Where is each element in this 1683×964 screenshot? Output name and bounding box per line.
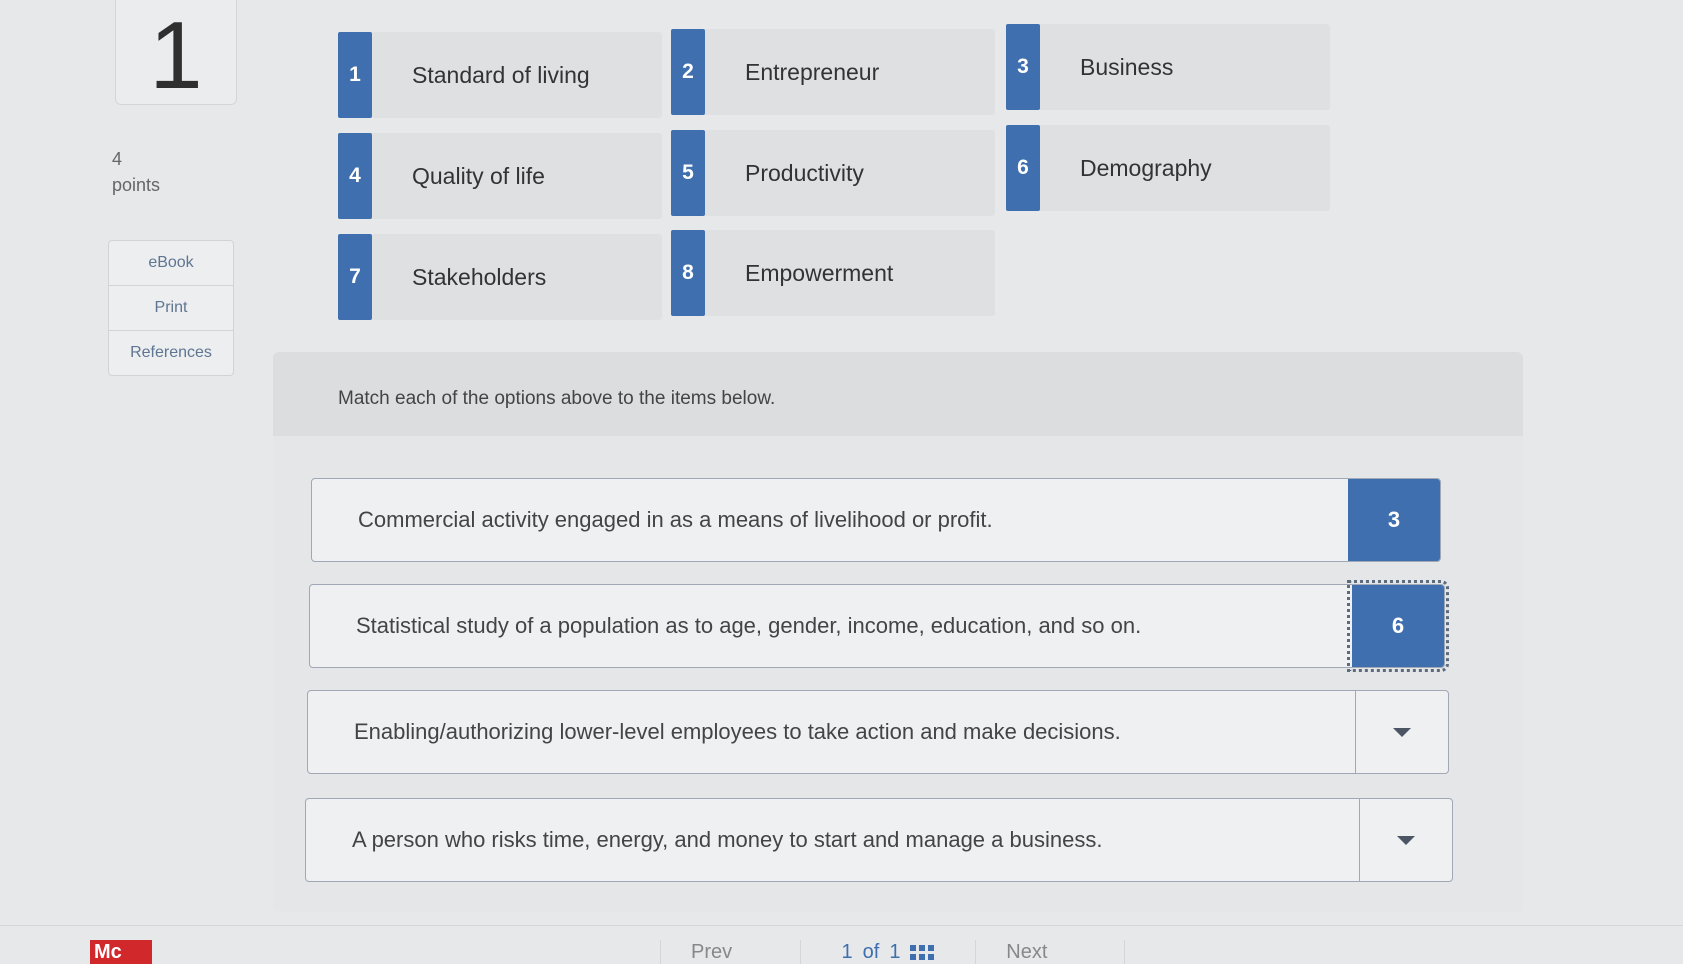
answer-slot[interactable]: 6 [1347,580,1449,672]
next-label: Next [1006,940,1048,963]
page-indicator[interactable]: 1 of 1 [799,940,976,964]
chevron-down-icon [1393,727,1411,737]
item-text: Statistical study of a population as to … [356,613,1142,638]
option-label: Quality of life [412,162,545,189]
grid-icon [910,944,935,960]
option-6[interactable]: 6 Demography [1006,125,1330,211]
option-label: Demography [1080,154,1212,181]
answer-slot[interactable]: 3 [1348,479,1440,561]
question-number-box: 1 [115,0,237,105]
references-link[interactable]: References [109,331,233,375]
option-number: 6 [1006,125,1040,211]
question-number: 1 [149,2,203,105]
option-label: Standard of living [412,61,590,88]
option-number: 3 [1006,24,1040,110]
panel-header: Match each of the options above to the i… [273,352,1523,436]
option-7[interactable]: 7 Stakeholders [338,234,662,320]
points-text: points [112,175,161,195]
option-number: 5 [671,130,705,216]
points-value: 4 [112,149,123,169]
option-number: 8 [671,230,705,316]
option-8[interactable]: 8 Empowerment [671,230,995,316]
option-1[interactable]: 1 Standard of living [338,32,662,118]
answer-dropdown[interactable] [1355,691,1448,773]
option-label: Empowerment [745,259,894,286]
option-label: Entrepreneur [745,58,880,85]
option-label: Stakeholders [412,263,547,290]
tools-menu: eBook Print References [108,240,234,376]
match-item-2: Statistical study of a population as to … [309,580,1449,672]
match-item-3: Enabling/authorizing lower-level employe… [307,690,1449,774]
item-text: A person who risks time, energy, and mon… [352,827,1103,852]
option-5[interactable]: 5 Productivity [671,130,995,216]
page-total: 1 [889,940,901,963]
option-3[interactable]: 3 Business [1006,24,1330,110]
instructions: Match each of the options above to the i… [338,388,776,409]
answer-dropdown[interactable] [1359,799,1452,881]
prev-label: Prev [691,940,733,963]
page-current: 1 [841,940,853,963]
option-number: 2 [671,29,705,115]
option-number: 1 [338,32,372,118]
item-text: Commercial activity engaged in as a mean… [358,507,993,532]
mcgraw-hill-logo: Mc [90,940,152,964]
prev-button[interactable]: Prev [660,940,800,964]
page-of: of [862,940,880,963]
option-number: 4 [338,133,372,219]
option-label: Business [1080,53,1174,80]
match-item-1: Commercial activity engaged in as a mean… [311,478,1441,562]
points-label: 4 points [112,146,160,198]
option-number: 7 [338,234,372,320]
option-label: Productivity [745,159,864,186]
match-item-4: A person who risks time, energy, and mon… [305,798,1453,882]
item-text: Enabling/authorizing lower-level employe… [354,719,1121,744]
print-link[interactable]: Print [109,286,233,331]
footer-divider [0,925,1683,926]
next-button[interactable]: Next [975,940,1125,964]
pagination: Prev 1 of 1 Next [660,940,1125,964]
ebook-link[interactable]: eBook [109,241,233,286]
chevron-down-icon [1397,835,1415,845]
option-4[interactable]: 4 Quality of life [338,133,662,219]
option-2[interactable]: 2 Entrepreneur [671,29,995,115]
